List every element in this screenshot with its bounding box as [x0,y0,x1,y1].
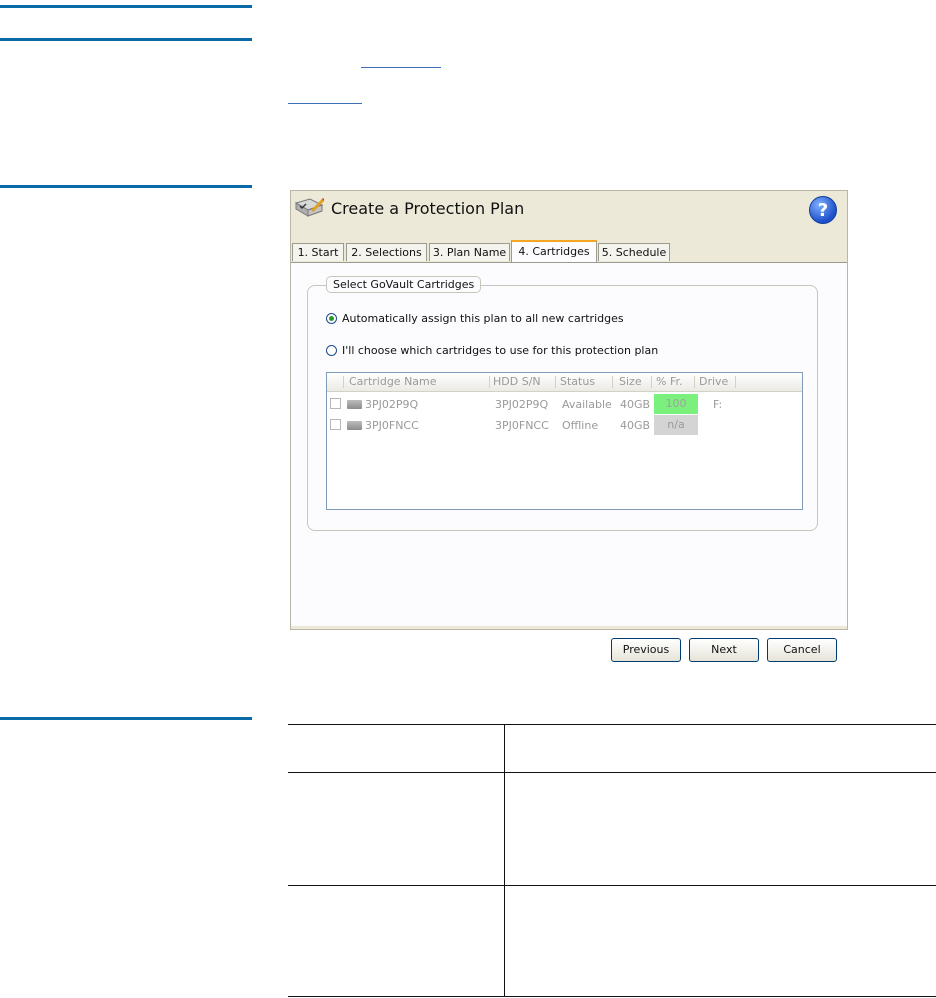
col-free[interactable]: % Fr. [656,376,695,388]
radio-button-checked[interactable] [326,313,337,324]
table-column-divider [504,724,505,997]
cartridge-group: Select GoVault Cartridges Automatically … [307,276,818,531]
cell-sn: 3PJ0FNCC [495,419,549,432]
table-rule [288,772,936,773]
cell-drive: F: [713,398,723,411]
col-hdd-sn[interactable]: HDD S/N [493,376,556,388]
col-size[interactable]: Size [619,376,652,388]
table-row[interactable]: 3PJ0FNCC 3PJ0FNCC Offline 40GB n/a [327,415,802,435]
tab-plan-name[interactable]: 3. Plan Name [429,243,510,261]
group-label: Select GoVault Cartridges [326,276,482,293]
cartridge-grid: Cartridge Name HDD S/N Status Size % Fr.… [326,372,803,510]
section-rule [0,38,252,41]
cancel-button[interactable]: Cancel [767,638,837,662]
cell-size: 40GB [620,419,651,432]
table-row[interactable]: 3PJ02P9Q 3PJ02P9Q Available 40GB 100 F: [327,394,802,414]
tab-start[interactable]: 1. Start [292,243,344,261]
radio-auto-assign[interactable]: Automatically assign this plan to all ne… [326,312,624,325]
section-rule [0,717,252,720]
col-cartridge-name[interactable]: Cartridge Name [349,376,490,388]
row-checkbox[interactable] [330,398,341,409]
tab-schedule[interactable]: 5. Schedule [598,243,670,261]
cell-sn: 3PJ02P9Q [495,398,549,411]
next-button[interactable]: Next [689,638,759,662]
table-rule [288,885,936,886]
radio-manual-label: I'll choose which cartridges to use for … [342,344,659,357]
cartridges-panel: Select GoVault Cartridges Automatically … [291,262,847,626]
cell-name: 3PJ0FNCC [365,419,419,432]
cell-status: Offline [562,419,599,432]
dialog-header: Create a Protection Plan ? [291,191,847,229]
cross-reference-link[interactable] [361,67,441,68]
help-icon[interactable]: ? [809,196,837,224]
table-rule [288,996,936,997]
cell-name: 3PJ02P9Q [365,398,419,411]
col-status[interactable]: Status [560,376,613,388]
cell-status: Available [562,398,612,411]
row-checkbox[interactable] [330,419,341,430]
section-rule [0,5,252,8]
cross-reference-link[interactable] [288,103,362,104]
radio-manual-choose[interactable]: I'll choose which cartridges to use for … [326,344,658,357]
previous-button[interactable]: Previous [611,638,681,662]
table-rule [288,724,936,725]
cell-free-percent: n/a [654,415,698,435]
section-rule [0,185,252,188]
cartridge-icon [347,400,362,409]
radio-button[interactable] [326,345,337,356]
checklist-pencil-icon [294,197,324,217]
tab-cartridges[interactable]: 4. Cartridges [511,240,597,262]
radio-auto-label: Automatically assign this plan to all ne… [342,312,624,325]
col-checkbox [327,376,344,388]
dialog-title: Create a Protection Plan [331,199,525,218]
grid-header: Cartridge Name HDD S/N Status Size % Fr.… [327,373,802,392]
cell-free-percent: 100 [654,394,698,414]
cell-size: 40GB [620,398,651,411]
tab-selections[interactable]: 2. Selections [346,243,427,261]
protection-plan-dialog: Create a Protection Plan ? 1. Start 2. S… [290,190,848,630]
cartridge-icon [347,421,362,430]
col-drive[interactable]: Drive [699,376,736,388]
